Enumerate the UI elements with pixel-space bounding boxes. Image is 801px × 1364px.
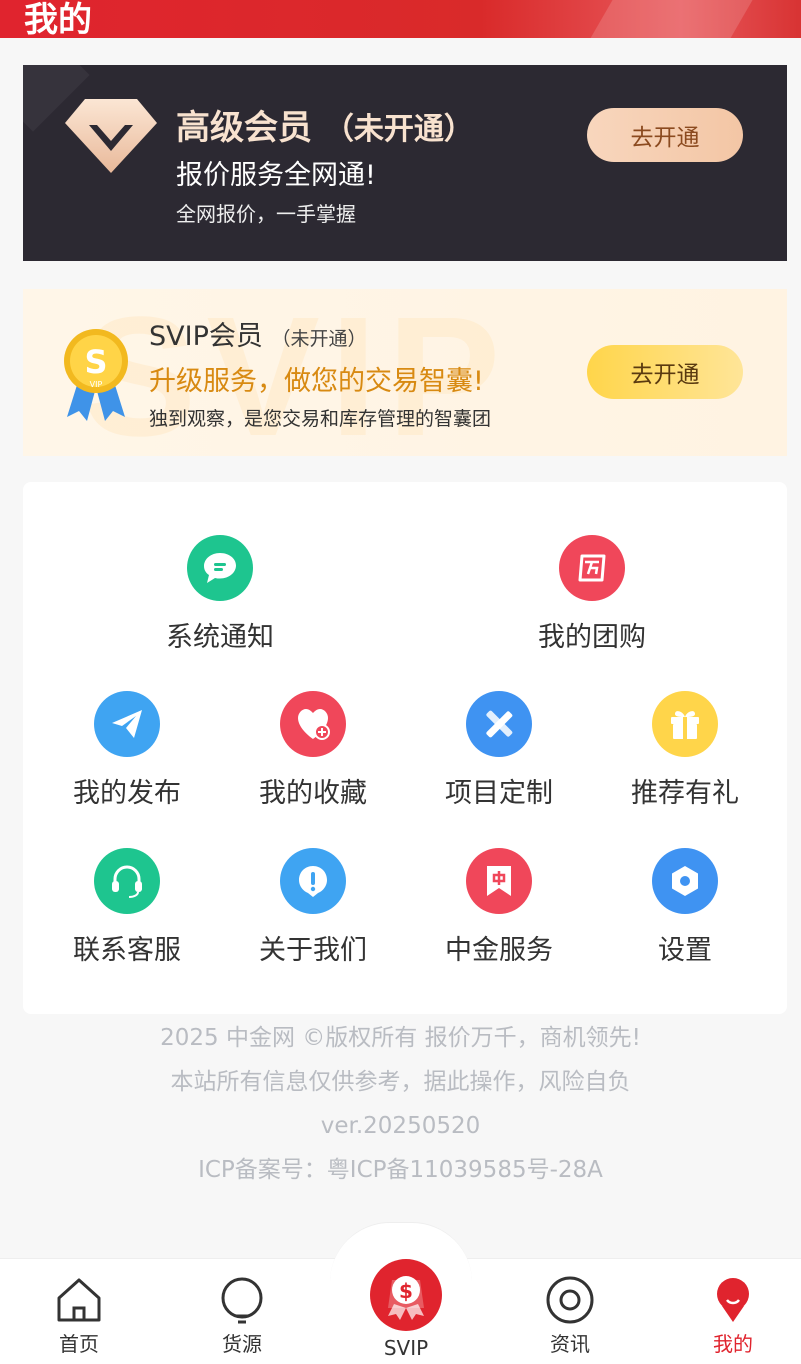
- group-buy-icon: [559, 535, 625, 601]
- premium-member-card[interactable]: 高级会员 （未开通） 报价服务全网通! 全网报价，一手掌握 去开通: [23, 65, 787, 261]
- footer-icp: ICP备案号：粤ICP备11039585号-28A: [198, 1157, 603, 1183]
- menu-item-label: 关于我们: [259, 935, 367, 966]
- menu-item-label: 联系客服: [73, 935, 181, 966]
- menu-item-label: 中金服务: [445, 935, 553, 966]
- premium-status: （未开通）: [323, 112, 474, 147]
- tab-label: 首页: [59, 1332, 99, 1356]
- chat-bubble-icon: [187, 535, 253, 601]
- bookmark-icon: [466, 848, 532, 914]
- premium-member-label: 高级会员: [176, 108, 312, 148]
- menu-item-label: 系统通知: [166, 622, 274, 653]
- footer-copyright: 2025 中金网 ©版权所有 报价万千，商机领先!: [160, 1025, 641, 1051]
- menu-item-label: 我的收藏: [259, 778, 367, 809]
- tab-home[interactable]: 首页: [29, 1276, 129, 1357]
- paper-plane-icon: [94, 691, 160, 757]
- diamond-icon: [65, 99, 157, 173]
- headset-icon: [94, 848, 160, 914]
- footer-version: ver.20250520: [320, 1113, 481, 1139]
- tab-label: 我的: [713, 1332, 753, 1356]
- menu-item-label: 我的发布: [73, 778, 181, 809]
- tab-label: 资讯: [550, 1332, 590, 1356]
- activate-svip-button[interactable]: 去开通: [587, 345, 743, 399]
- activate-premium-button[interactable]: 去开通: [587, 108, 743, 162]
- bulb-icon: [221, 1277, 263, 1324]
- tab-label: 货源: [222, 1332, 262, 1356]
- tools-icon: [466, 691, 532, 757]
- menu-item-label: 我的团购: [538, 622, 646, 653]
- menu-item-my-posts[interactable]: 我的发布: [34, 691, 220, 810]
- menu-item-settings[interactable]: 设置: [592, 848, 778, 967]
- tab-supply[interactable]: 货源: [192, 1276, 292, 1357]
- svip-member-title: SVIP会员 （未开通）: [149, 314, 366, 353]
- svip-member-label: SVIP会员: [149, 321, 263, 352]
- menu-item-favorites[interactable]: 我的收藏: [220, 691, 406, 810]
- page-title: 我的: [24, 0, 92, 38]
- svip-description: 独到观察，是您交易和库存管理的智囊团: [149, 408, 492, 430]
- svip-status: （未开通）: [271, 328, 367, 350]
- menu-item-zhongjin-service[interactable]: 中金服务: [406, 848, 592, 967]
- info-icon: [280, 848, 346, 914]
- svg-text:S: S: [84, 343, 107, 381]
- svip-badge-icon: $: [370, 1259, 442, 1331]
- menu-item-label: 项目定制: [445, 778, 553, 809]
- svg-text:VIP: VIP: [90, 380, 103, 389]
- target-icon: [546, 1276, 594, 1324]
- menu-item-group-buy[interactable]: 我的团购: [499, 535, 685, 654]
- footer-disclaimer: 本站所有信息仅供参考，据此操作，风险自负: [170, 1069, 631, 1095]
- page-header: 我的: [0, 0, 801, 38]
- menu-item-customer-service[interactable]: 联系客服: [34, 848, 220, 967]
- heart-plus-icon: [280, 691, 346, 757]
- user-icon: [717, 1278, 749, 1322]
- menu-item-about-us[interactable]: 关于我们: [220, 848, 406, 967]
- menu-item-label: 设置: [658, 935, 712, 966]
- menu-item-label: 推荐有礼: [631, 778, 739, 809]
- header-decoration: [577, 0, 765, 38]
- tab-svip[interactable]: $ SVIP: [356, 1258, 456, 1360]
- home-icon: [57, 1278, 101, 1322]
- tab-news[interactable]: 资讯: [520, 1276, 620, 1357]
- svip-member-card[interactable]: SVIP S VIP SVIP会员 （未开通） 升级服务，做您的交易智囊! 独到…: [23, 289, 787, 456]
- menu-item-referral-gift[interactable]: 推荐有礼: [592, 691, 778, 810]
- menu-item-custom-project[interactable]: 项目定制: [406, 691, 592, 810]
- premium-slogan: 报价服务全网通!: [176, 160, 376, 191]
- menu-item-system-notice[interactable]: 系统通知: [127, 535, 313, 654]
- gear-icon: [652, 848, 718, 914]
- footer-info: 2025 中金网 ©版权所有 报价万千，商机领先! 本站所有信息仅供参考，据此操…: [0, 1016, 801, 1192]
- gift-icon: [652, 691, 718, 757]
- svip-slogan: 升级服务，做您的交易智囊!: [149, 366, 484, 397]
- svg-text:$: $: [399, 1279, 413, 1303]
- premium-member-title: 高级会员 （未开通）: [176, 100, 474, 149]
- tab-mine[interactable]: 我的: [683, 1276, 783, 1357]
- feature-menu: 系统通知 我的团购 我的发布 我的收藏 项目定制 推荐有礼 联系客服 关于我们 …: [23, 482, 787, 1014]
- tab-label: SVIP: [383, 1336, 429, 1360]
- premium-description: 全网报价，一手掌握: [176, 202, 356, 226]
- svip-medal-icon: S VIP: [64, 329, 128, 421]
